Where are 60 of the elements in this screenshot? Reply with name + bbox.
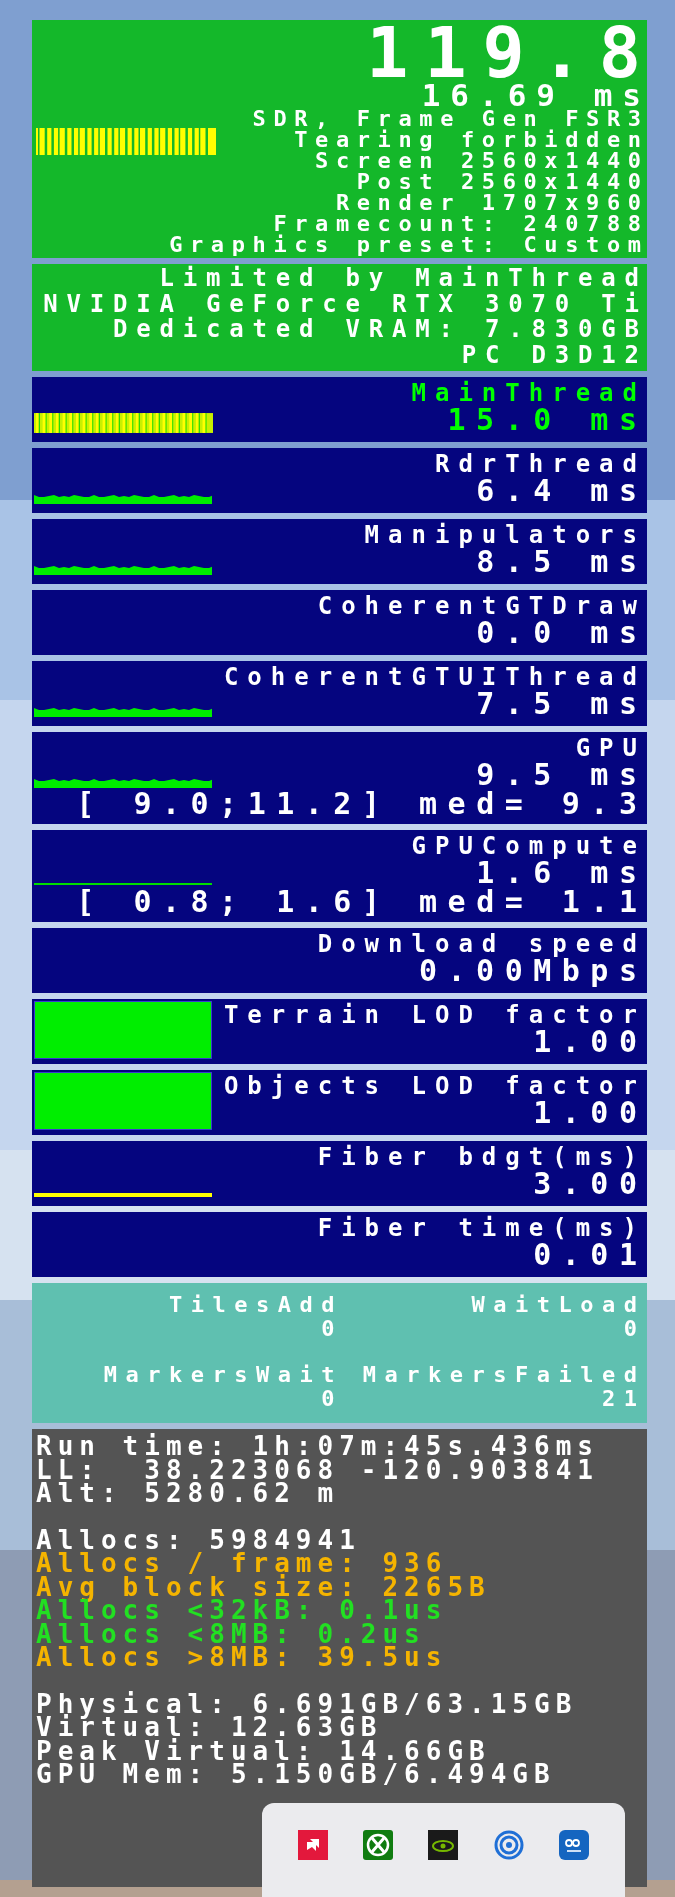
- system-line: NVIDIA GeForce RTX 3070 Ti: [43, 291, 648, 317]
- stat-label: Objects LOD factor: [223, 1074, 646, 1098]
- app-icon[interactable]: [559, 1830, 590, 1860]
- info-line: Graphics preset: Custom: [169, 234, 649, 255]
- xbox-icon[interactable]: [363, 1830, 394, 1860]
- stat-value: 0.01: [533, 1240, 648, 1270]
- stat-label: CoherentGTDraw: [317, 594, 646, 618]
- system-line: Dedicated VRAM: 7.830GB: [113, 317, 648, 343]
- stat-value: 1.00: [533, 1027, 648, 1057]
- memory-line: LL: 38.223068 -120.903841: [36, 1458, 599, 1482]
- stat-label: Fiber bdgt(ms): [317, 1145, 646, 1169]
- tile-value: 0: [623, 1317, 646, 1341]
- stat-value: 9.5 ms: [476, 760, 648, 790]
- memory-line: Allocs <8MB: 0.2us: [36, 1622, 426, 1646]
- memory-line: GPU Mem: 5.150GB/6.494GB: [36, 1763, 556, 1787]
- memory-line: Alt: 5280.62 m: [36, 1482, 340, 1506]
- fps-value: 119.8: [366, 24, 657, 82]
- eye-icon[interactable]: [428, 1830, 459, 1860]
- tile-value: 21: [602, 1387, 646, 1411]
- stat-value: 1.6 ms: [476, 858, 648, 888]
- frame-time: 16.69 ms: [421, 82, 651, 108]
- tile-label: TilesAdd: [169, 1293, 343, 1317]
- stat-value: 3.00: [533, 1169, 648, 1199]
- stat-label: RdrThread: [434, 452, 646, 476]
- tile-label: MarkersWait: [103, 1363, 343, 1387]
- stat-value: 15.0 ms: [447, 405, 648, 435]
- tile-value: 0: [321, 1317, 343, 1341]
- info-line: Tearing forbidden: [294, 129, 649, 150]
- memory-line: Run time: 1h:07m:45s.436ms: [36, 1435, 599, 1459]
- stat-label: Fiber time(ms): [317, 1216, 646, 1240]
- info-line: Render 1707x960: [335, 192, 649, 213]
- stat-value: 1.00: [533, 1098, 648, 1128]
- stat-label: MainThread: [411, 381, 646, 405]
- swirl-icon[interactable]: [493, 1830, 524, 1860]
- stat-value: 8.5 ms: [476, 547, 648, 577]
- info-line: Post 2560x1440: [356, 171, 649, 192]
- stat-value: 6.4 ms: [476, 476, 648, 506]
- stat-label: CoherentGTUIThread: [223, 665, 646, 689]
- stat-range: [ 0.8; 1.6] med= 1.1: [76, 888, 648, 916]
- stat-label: Terrain LOD factor: [223, 1003, 646, 1027]
- system-line: Limited by MainThread: [159, 266, 648, 292]
- info-line: Screen 2560x1440: [315, 150, 649, 171]
- info-line: Framecount: 240788: [273, 213, 649, 234]
- app-icon[interactable]: [297, 1830, 328, 1860]
- stat-range: [ 9.0;11.2] med= 9.3: [76, 790, 648, 818]
- memory-line: Allocs: 5984941: [36, 1528, 361, 1552]
- tile-label: WaitLoad: [471, 1293, 646, 1317]
- memory-line: Peak Virtual: 14.66GB: [36, 1739, 491, 1763]
- tile-label: MarkersFailed: [362, 1363, 646, 1387]
- stat-label: Download speed: [317, 932, 646, 956]
- system-line: PC D3D12: [461, 342, 648, 368]
- stat-value: 0.00Mbps: [419, 956, 648, 986]
- stat-label: GPUCompute: [411, 834, 646, 858]
- stat-label: Manipulators: [364, 523, 646, 547]
- info-line: SDR, Frame Gen FSR3: [252, 108, 649, 129]
- stat-value: 7.5 ms: [476, 689, 648, 719]
- tile-value: 0: [321, 1387, 343, 1411]
- stat-label: GPU: [575, 736, 646, 760]
- memory-line: Allocs >8MB: 39.5us: [36, 1646, 448, 1670]
- stat-value: 0.0 ms: [476, 618, 648, 648]
